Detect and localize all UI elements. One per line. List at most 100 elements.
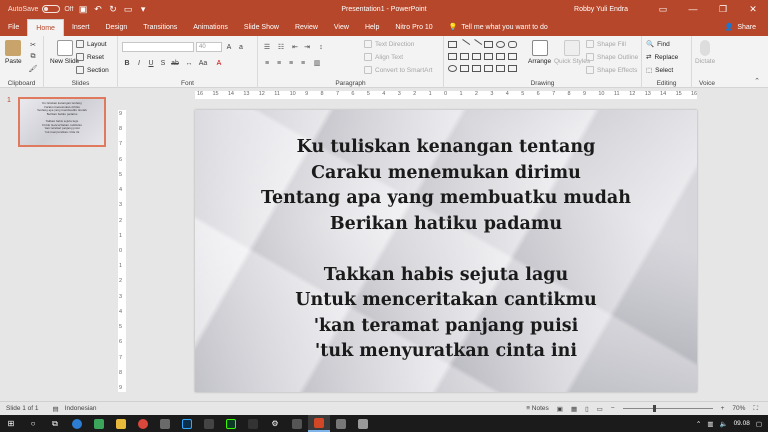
search-icon[interactable]: ○ [22,415,44,432]
numbering-icon[interactable]: ☷ [276,42,286,52]
align-text-button[interactable]: Align Text [364,53,403,61]
collapse-ribbon-icon[interactable]: ⌃ [754,77,760,85]
file-explorer-icon[interactable] [110,415,132,432]
more-shapes-icon[interactable] [508,65,517,72]
slide-canvas[interactable]: Ku tuliskan kenangan tentang Caraku menem… [195,110,697,392]
tab-design[interactable]: Design [97,18,135,36]
shape-effects-button[interactable]: Shape Effects [586,66,637,74]
tab-view[interactable]: View [326,18,357,36]
app-icon-7[interactable] [352,415,374,432]
app-icon-3[interactable] [198,415,220,432]
volume-icon[interactable]: 🔈 [719,420,727,428]
align-left-icon[interactable]: ≡ [262,58,272,68]
replace-button[interactable]: ⇄ Replace [646,53,678,62]
dreamweaver-icon[interactable] [220,415,242,432]
textbox-shape-icon[interactable] [448,41,457,48]
edge-icon[interactable] [66,415,88,432]
slideshow-view-icon[interactable]: ▭ [597,405,603,413]
tell-me-box[interactable]: 💡 Tell me what you want to do [449,18,548,36]
rectangle-shape-icon[interactable] [484,41,493,48]
minimize-button[interactable]: — [678,0,708,18]
italic-icon[interactable]: I [134,58,144,68]
reset-button[interactable]: Reset [76,53,104,61]
justify-icon[interactable]: ≡ [298,58,308,68]
text-direction-button[interactable]: Text Direction [364,40,414,48]
ribbon-display-options-icon[interactable]: ▭ [648,0,678,18]
app-icon-5[interactable] [286,415,308,432]
brace-shape-icon[interactable] [508,53,517,60]
undo-icon[interactable]: ↶ [93,4,104,15]
layout-button[interactable]: Layout [76,40,107,48]
down-arrow-shape-icon[interactable] [484,53,493,60]
align-right-icon[interactable]: ≡ [286,58,296,68]
paste-button[interactable]: Paste [5,40,22,65]
clock[interactable]: 09.08 [734,420,750,427]
right-arrow-shape-icon[interactable] [472,53,481,60]
new-slide-button[interactable]: New Slide [50,40,79,65]
start-slideshow-icon[interactable]: ▭ [123,4,134,15]
font-name-field[interactable] [122,42,194,52]
tab-home[interactable]: Home [27,19,64,36]
chrome-icon[interactable] [132,415,154,432]
decrease-font-icon[interactable]: a [236,42,246,52]
change-case-icon[interactable]: Aa [198,58,208,68]
font-size-field[interactable]: 40 [196,42,222,52]
copy-icon[interactable]: ⧉ [28,52,38,62]
zoom-level[interactable]: 70% [732,405,745,412]
font-color-icon[interactable]: A [214,58,224,68]
tab-animations[interactable]: Animations [185,18,236,36]
tab-slide-show[interactable]: Slide Show [236,18,287,36]
curve-shape-icon[interactable] [448,65,457,72]
redo-icon[interactable]: ↻ [108,4,119,15]
arrange-button[interactable]: Arrange [528,40,551,65]
autosave-toggle[interactable] [42,5,61,13]
app-icon-1[interactable] [88,415,110,432]
tab-help[interactable]: Help [357,18,387,36]
callout-shape-icon[interactable] [472,65,481,72]
increase-font-icon[interactable]: A [224,42,234,52]
save-icon[interactable]: ▣ [78,4,89,15]
slide-text-box[interactable]: Ku tuliskan kenangan tentang Caraku menem… [195,135,697,365]
tab-insert[interactable]: Insert [64,18,98,36]
start-icon[interactable]: ⊞ [0,415,22,432]
zoom-slider[interactable] [622,405,713,412]
columns-icon[interactable]: ▥ [312,58,322,68]
share-button[interactable]: 👤 Share [725,18,756,36]
strikethrough-icon[interactable]: ab [170,58,180,68]
convert-smartart-button[interactable]: Convert to SmartArt [364,66,432,74]
app-icon-4[interactable] [242,415,264,432]
slide-sorter-icon[interactable]: ▦ [571,405,577,413]
settings-icon[interactable]: ⚙ [264,415,286,432]
increase-indent-icon[interactable]: ⇥ [302,42,312,52]
tab-transitions[interactable]: Transitions [135,18,185,36]
decrease-indent-icon[interactable]: ⇤ [290,42,300,52]
triangle-shape-icon[interactable] [448,53,457,60]
dictate-button[interactable]: Dictate [695,40,715,65]
tab-file[interactable]: File [0,18,27,36]
arrow-shape-icon[interactable] [470,39,483,50]
underline-icon[interactable]: U [146,58,156,68]
app-icon-6[interactable] [330,415,352,432]
bracket-shape-icon[interactable] [484,65,493,72]
line-shape-icon[interactable] [458,39,471,50]
reading-view-icon[interactable]: ▯ [585,405,589,413]
format-painter-icon[interactable]: 🖌 [28,64,38,74]
find-button[interactable]: 🔍 Find [646,40,670,49]
customize-qat-icon[interactable]: ▾ [138,4,149,15]
slide-thumbnail[interactable]: Ku tuliskan kenangan tentang Caraku menem… [18,97,106,147]
task-view-icon[interactable]: ⧉ [44,415,66,432]
tab-nitro-pro[interactable]: Nitro Pro 10 [387,18,440,36]
zoom-out-icon[interactable]: − [611,405,615,412]
normal-view-icon[interactable]: ▣ [557,405,563,413]
tray-chevron-icon[interactable]: ⌃ [696,420,701,428]
user-name[interactable]: Robby Yuli Endra [574,6,628,13]
cut-icon[interactable]: ✂ [28,40,38,50]
spacing-icon[interactable]: ↔ [184,58,194,68]
elbow-shape-icon[interactable] [460,53,469,60]
star-shape-icon[interactable] [496,53,505,60]
freeform-shape-icon[interactable] [460,65,469,72]
brace2-shape-icon[interactable] [496,65,505,72]
section-button[interactable]: Section [76,66,109,74]
language-label[interactable]: Indonesian [65,405,97,412]
shape-outline-button[interactable]: Shape Outline [586,53,638,61]
